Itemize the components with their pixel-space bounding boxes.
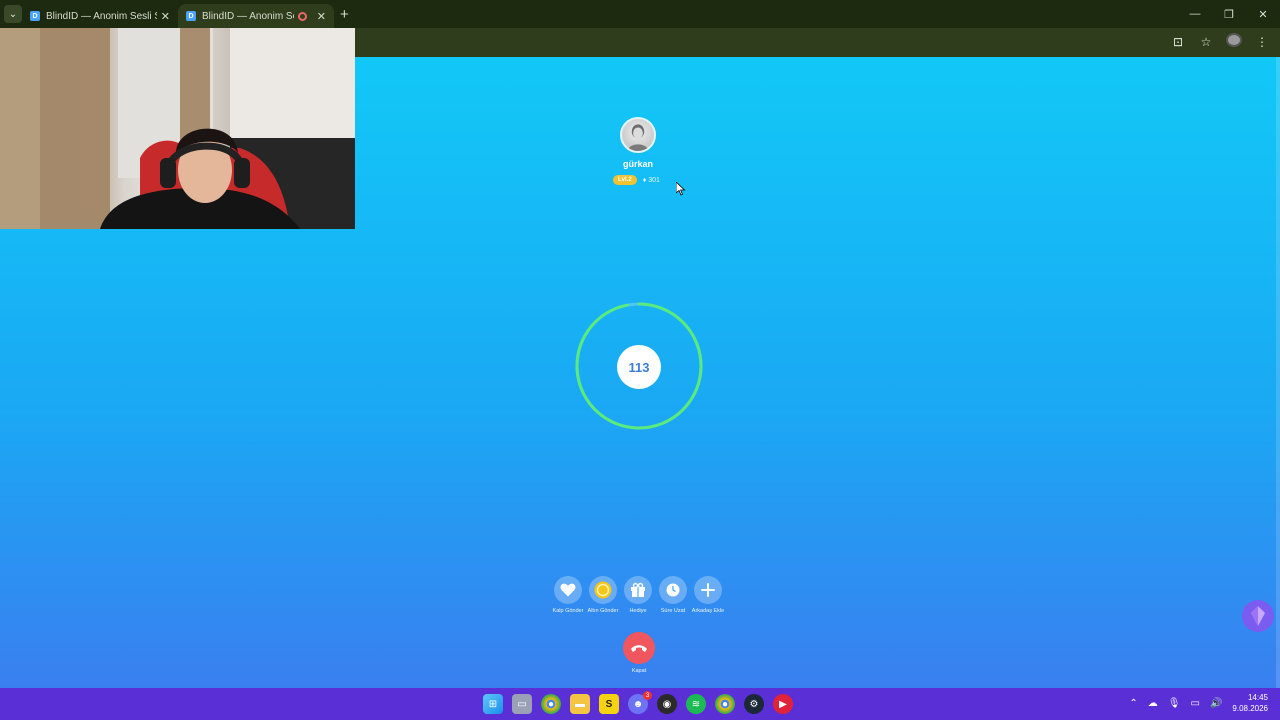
- browser-tab-1[interactable]: D BlindID — Anonim Sesli Sohbet ✕: [22, 4, 178, 28]
- steam-icon[interactable]: ⚙: [744, 694, 764, 714]
- gem-icon: ♦: [642, 176, 647, 184]
- mouse-cursor-icon: [676, 182, 686, 196]
- recording-indicator-icon: [297, 11, 307, 21]
- clock-date: 9.08.2026: [1232, 704, 1268, 713]
- add-friend-button[interactable]: [694, 576, 722, 604]
- tab-close-icon[interactable]: ✕: [161, 10, 170, 23]
- tab-title: BlindID — Anonim Sesli Sohbet: [202, 10, 294, 22]
- action-add-friend[interactable]: Arkadaş Ekle: [692, 576, 724, 615]
- task-view-icon[interactable]: ▭: [512, 694, 532, 714]
- hangup-control[interactable]: Kapat: [623, 632, 655, 674]
- gold-coin-icon: [594, 581, 612, 599]
- page-scrollbar[interactable]: [1276, 57, 1280, 688]
- gem-count-value: 301: [648, 176, 660, 184]
- spotify-icon[interactable]: ≋: [686, 694, 706, 714]
- window-close-icon[interactable]: ✕: [1246, 0, 1280, 28]
- system-tray: ⌃ ☁ 🎙 ▭ 🔊 14:45 9.08.2026: [1129, 692, 1268, 714]
- toolbar-icons: ⊡ ☆ ⋮: [1170, 33, 1270, 50]
- action-label: Süre Uzat: [660, 608, 686, 614]
- send-heart-button[interactable]: [554, 576, 582, 604]
- chrome-profile-icon[interactable]: ●: [715, 694, 735, 714]
- action-label: Arkadaş Ekle: [691, 608, 725, 614]
- gift-icon: [631, 582, 645, 597]
- send-gold-button[interactable]: [589, 576, 617, 604]
- taskbar-apps: ⊞ ▭ ● ▬ S ☻ 3 ◉ ≋ ● ⚙ ▶: [483, 691, 793, 714]
- profile-avatar[interactable]: [1226, 33, 1242, 50]
- action-send-heart[interactable]: Kalp Gönder: [553, 576, 583, 615]
- crystal-icon: [1251, 606, 1265, 626]
- action-send-gold[interactable]: Altın Gönder: [588, 576, 618, 615]
- minimize-icon[interactable]: —: [1178, 0, 1212, 28]
- os-taskbar: ⊞ ▭ ● ▬ S ☻ 3 ◉ ≋ ● ⚙ ▶ ⌃ ☁ 🎙 ▭ 🔊 14:45 9…: [0, 688, 1280, 720]
- action-gift[interactable]: Hediye: [623, 576, 653, 615]
- windows-start-icon[interactable]: ⊞: [483, 694, 503, 714]
- blindid-favicon-icon: D: [186, 11, 196, 21]
- discord-icon[interactable]: ☻ 3: [628, 691, 652, 714]
- discord-badge: 3: [643, 691, 652, 700]
- volume-icon[interactable]: 🔊: [1210, 698, 1222, 709]
- clock-icon: [666, 583, 680, 597]
- tab-search-chevron-icon[interactable]: ⌄: [4, 5, 22, 23]
- system-clock[interactable]: 14:45 9.08.2026: [1232, 692, 1268, 714]
- cloud-sync-icon[interactable]: ☁: [1148, 698, 1158, 709]
- extend-time-button[interactable]: [659, 576, 687, 604]
- install-app-icon[interactable]: ⊡: [1170, 35, 1186, 49]
- action-label: Kalp Gönder: [552, 608, 584, 614]
- action-extend-time[interactable]: Süre Uzat: [658, 576, 688, 615]
- call-actions: Kalp Gönder Altın Gönder Hediye Süre Uza…: [553, 576, 724, 615]
- file-explorer-icon[interactable]: ▬: [570, 694, 590, 714]
- microphone-icon[interactable]: 🎙: [1168, 698, 1181, 709]
- heart-icon: [560, 583, 576, 597]
- action-label: Hediye: [629, 608, 647, 614]
- hangup-label: Kapat: [631, 668, 647, 674]
- bookmark-star-icon[interactable]: ☆: [1198, 35, 1214, 49]
- browser-tab-2[interactable]: D BlindID — Anonim Sesli Sohbet ✕: [178, 4, 334, 28]
- tray-overflow-icon[interactable]: ⌃: [1129, 698, 1137, 709]
- user-avatar[interactable]: [620, 117, 656, 153]
- chrome-icon[interactable]: ●: [541, 694, 561, 714]
- tab-title: BlindID — Anonim Sesli Sohbet: [46, 10, 157, 22]
- plus-icon: [701, 583, 715, 597]
- network-icon[interactable]: ▭: [1191, 698, 1200, 709]
- phone-hangup-icon: [631, 645, 647, 652]
- level-badge: Lvl.2: [613, 175, 637, 185]
- tab-close-icon[interactable]: ✕: [317, 10, 326, 23]
- user-name: gürkan: [622, 159, 653, 169]
- user-meta: Lvl.2 ♦ 301: [613, 175, 660, 185]
- avatar-portrait-icon: [627, 124, 649, 151]
- blindid-favicon-icon: D: [30, 11, 40, 21]
- clock-time: 14:45: [1247, 693, 1268, 702]
- media-player-icon[interactable]: ▶: [773, 694, 793, 714]
- browser-tab-bar: ⌄ D BlindID — Anonim Sesli Sohbet ✕ D Bl…: [0, 0, 1280, 28]
- obs-icon[interactable]: ◉: [657, 694, 677, 714]
- webcam-feed-image: [0, 28, 355, 229]
- s-app-icon[interactable]: S: [599, 694, 619, 714]
- webcam-overlay: [0, 28, 355, 229]
- window-controls: — ❐ ✕: [1178, 0, 1280, 28]
- new-tab-button[interactable]: +: [340, 6, 349, 23]
- hangup-button[interactable]: [623, 632, 655, 664]
- action-label: Altın Gönder: [587, 608, 619, 614]
- restore-icon[interactable]: ❐: [1212, 0, 1246, 28]
- floating-gem-button[interactable]: [1242, 600, 1274, 632]
- gem-count: ♦ 301: [643, 177, 660, 184]
- gift-button[interactable]: [624, 576, 652, 604]
- call-timer-value: 113: [617, 345, 661, 389]
- browser-menu-icon[interactable]: ⋮: [1254, 35, 1270, 49]
